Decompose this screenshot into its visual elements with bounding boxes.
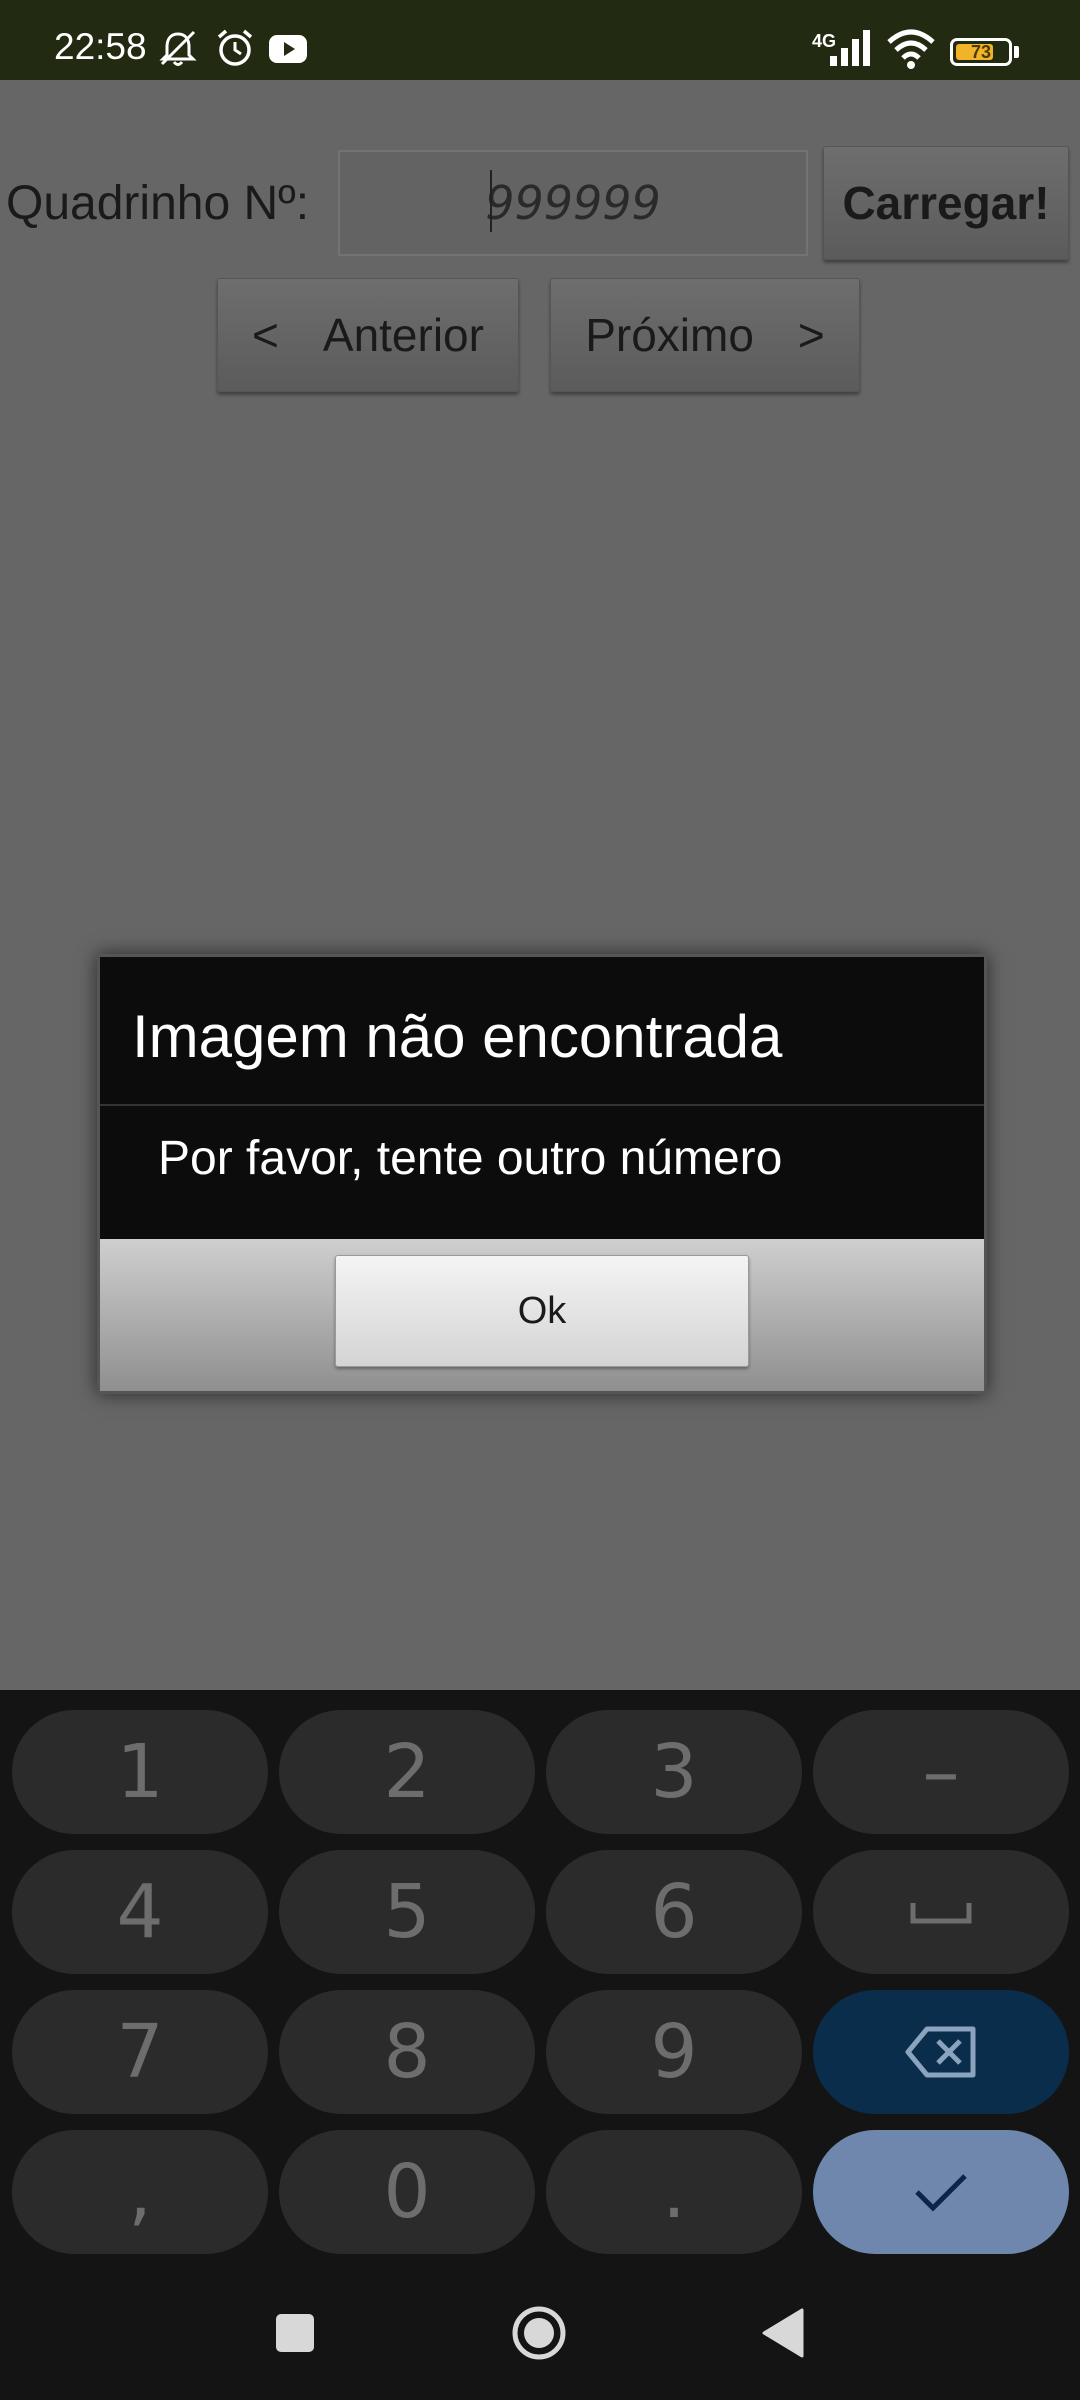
text-caret <box>490 170 492 232</box>
status-time: 22:58 <box>54 26 147 67</box>
key-9[interactable]: 9 <box>546 1990 802 2114</box>
backspace-icon <box>905 2026 976 2078</box>
key-7[interactable]: 7 <box>12 1990 268 2114</box>
key-2[interactable]: 2 <box>279 1710 535 1834</box>
comic-number-label: Quadrinho Nº: <box>6 177 310 230</box>
notifications-muted-icon <box>159 30 197 66</box>
signal-icon <box>830 30 870 66</box>
checkmark-icon <box>915 2174 967 2212</box>
space-icon <box>910 1903 972 1924</box>
previous-arrow-icon: < <box>252 309 279 361</box>
next-button[interactable]: Próximo > <box>550 278 860 392</box>
recents-icon[interactable] <box>274 2312 316 2354</box>
battery-tip <box>1014 46 1019 58</box>
key-done[interactable] <box>813 2130 1069 2254</box>
next-button-label: Próximo <box>585 309 754 361</box>
navigation-bar <box>0 2290 1080 2400</box>
previous-button-label: Anterior <box>322 309 484 361</box>
key-comma[interactable]: , <box>12 2130 268 2254</box>
previous-button[interactable]: < Anterior <box>217 278 519 392</box>
key-period[interactable]: . <box>546 2130 802 2254</box>
status-bar: 22:58 4G 73 <box>0 0 1080 80</box>
key-6[interactable]: 6 <box>546 1850 802 1974</box>
key-4[interactable]: 4 <box>12 1850 268 1974</box>
dialog-ok-button[interactable]: Ok <box>335 1255 749 1367</box>
key-1[interactable]: 1 <box>12 1710 268 1834</box>
dialog-message: Por favor, tente outro número <box>158 1132 783 1185</box>
home-icon[interactable] <box>510 2304 568 2362</box>
dialog-divider <box>100 1104 984 1106</box>
key-3[interactable]: 3 <box>546 1710 802 1834</box>
wifi-icon <box>887 29 935 69</box>
key-space[interactable] <box>813 1850 1069 1974</box>
comic-number-input[interactable] <box>338 150 808 256</box>
key-minus[interactable]: – <box>813 1710 1069 1834</box>
youtube-icon <box>269 35 307 63</box>
key-5[interactable]: 5 <box>279 1850 535 1974</box>
dialog-title: Imagem não encontrada <box>132 1003 783 1070</box>
next-arrow-icon: > <box>797 309 825 361</box>
load-button[interactable]: Carregar! <box>823 146 1069 260</box>
key-8[interactable]: 8 <box>279 1990 535 2114</box>
back-icon[interactable] <box>760 2308 806 2358</box>
battery-percent: 73 <box>970 42 992 62</box>
key-backspace[interactable] <box>813 1990 1069 2114</box>
battery-icon: 73 <box>950 38 1012 66</box>
numeric-keyboard: 1 2 3 – 4 5 6 7 8 9 , 0 . <box>0 1690 1080 2290</box>
alarm-icon <box>217 29 253 66</box>
key-0[interactable]: 0 <box>279 2130 535 2254</box>
error-dialog: Imagem não encontrada Por favor, tente o… <box>97 954 987 1394</box>
